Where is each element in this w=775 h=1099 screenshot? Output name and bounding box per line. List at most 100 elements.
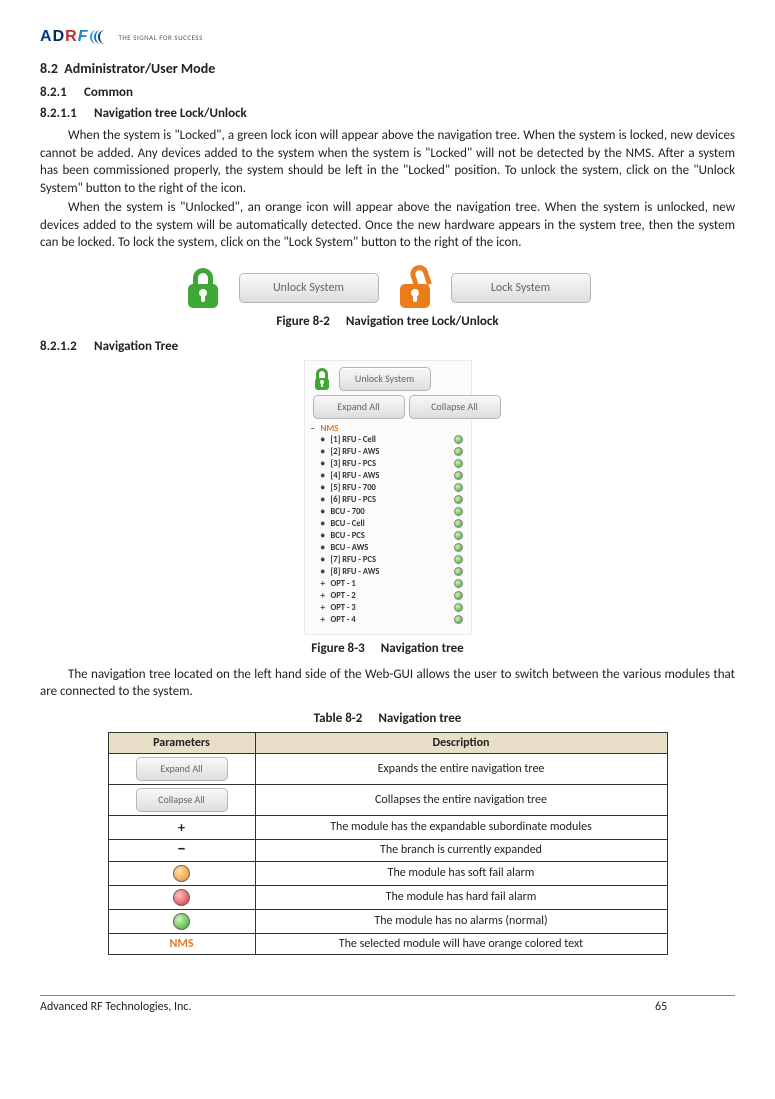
tree-item[interactable]: • [8] RFU - AWS: [313, 566, 463, 578]
tree-item-label: [6] RFU - PCS: [331, 495, 454, 505]
lock-closed-icon: [313, 368, 331, 390]
bullet-icon: •: [321, 506, 325, 517]
unlock-system-button[interactable]: Unlock System: [239, 273, 379, 303]
tree-item[interactable]: • BCU - AWS: [313, 542, 463, 554]
navigation-tree-items: •[1] RFU - Cell•[2] RFU - AWS•[3] RFU - …: [313, 434, 463, 626]
status-dot-red-icon: [173, 889, 190, 906]
navigation-tree-table: Parameters Description Expand All Expand…: [108, 732, 668, 955]
figure-label: Figure 8-3: [311, 641, 364, 656]
figure-text: Navigation tree Lock/Unlock: [346, 314, 499, 329]
heading-text: Navigation tree Lock/Unlock: [94, 106, 247, 121]
expand-icon: +: [321, 602, 325, 613]
tree-item[interactable]: •[2] RFU - AWS: [313, 446, 463, 458]
tree-item[interactable]: • [6] RFU - PCS: [313, 494, 463, 506]
tree-item[interactable]: •[4] RFU - AWS: [313, 470, 463, 482]
unlock-system-button[interactable]: Unlock System: [339, 367, 431, 391]
bullet-icon: •: [321, 458, 325, 469]
heading-text: Common: [84, 85, 133, 100]
status-dot-green-icon: [454, 531, 463, 540]
collapse-all-button[interactable]: Collapse All: [409, 395, 501, 419]
tree-item[interactable]: +OPT - 2: [313, 590, 463, 602]
status-dot-green-icon: [454, 471, 463, 480]
tree-item[interactable]: • [5] RFU - 700: [313, 482, 463, 494]
tree-item[interactable]: +OPT - 4: [313, 614, 463, 626]
bullet-icon: •: [321, 554, 325, 565]
tree-item-label: [1] RFU - Cell: [331, 435, 454, 445]
tree-item-label: [7] RFU - PCS: [331, 555, 454, 565]
bullet-icon: •: [321, 530, 325, 541]
expand-all-button[interactable]: Expand All: [313, 395, 405, 419]
tree-item-label: [2] RFU - AWS: [331, 447, 454, 457]
tree-item[interactable]: •[1] RFU - Cell: [313, 434, 463, 446]
tree-item-label: BCU - 700: [331, 507, 454, 517]
heading-number: 8.2.1: [40, 85, 84, 100]
footer-company: Advanced RF Technologies, Inc.: [40, 1000, 655, 1014]
tree-item-label: OPT - 4: [331, 615, 454, 625]
bullet-icon: •: [321, 542, 325, 553]
status-dot-green-icon: [454, 483, 463, 492]
tree-item-label: BCU - PCS: [331, 531, 454, 541]
heading-number: 8.2: [40, 60, 58, 77]
table-header-parameters: Parameters: [108, 732, 255, 753]
tree-item-label: [5] RFU - 700: [331, 483, 454, 493]
table-cell-desc: The module has the expandable subordinat…: [255, 815, 667, 839]
heading-number: 8.2.1.2: [40, 339, 94, 354]
navigation-tree-list: NMS: [313, 423, 463, 434]
table-cell-desc: Collapses the entire navigation tree: [255, 784, 667, 815]
navigation-tree-panel: Unlock System Expand All Collapse All NM…: [304, 360, 472, 635]
tree-item[interactable]: • [3] RFU - PCS: [313, 458, 463, 470]
table-cell-desc: The branch is currently expanded: [255, 839, 667, 861]
footer-page-number: 65: [655, 1000, 735, 1014]
figure-8-2-caption: Figure 8-2 Navigation tree Lock/Unlock: [40, 314, 735, 329]
status-dot-green-icon: [454, 579, 463, 588]
minus-icon: –: [177, 843, 186, 853]
table-header-description: Description: [255, 732, 667, 753]
collapse-all-button[interactable]: Collapse All: [136, 788, 228, 812]
table-cell-desc: The selected module will have orange col…: [255, 933, 667, 954]
tree-item-label: BCU - AWS: [331, 543, 454, 553]
figure-8-3-caption: Figure 8-3Navigation tree: [40, 641, 735, 656]
status-dot-green-icon: [454, 447, 463, 456]
expand-all-button[interactable]: Expand All: [136, 757, 228, 781]
paragraph-3: The navigation tree located on the left …: [40, 666, 735, 701]
table-text: Navigation tree: [378, 711, 461, 726]
expand-icon: +: [321, 590, 325, 601]
status-dot-green-icon: [454, 495, 463, 504]
tree-root-nms[interactable]: NMS: [313, 423, 463, 434]
tree-item-label: OPT - 1: [331, 579, 454, 589]
bullet-icon: •: [321, 566, 325, 577]
heading-8-2-1: 8.2.1Common: [40, 85, 735, 100]
heading-8-2-1-1: 8.2.1.1Navigation tree Lock/Unlock: [40, 106, 735, 121]
status-dot-green-icon: [454, 615, 463, 624]
lock-system-button[interactable]: Lock System: [451, 273, 591, 303]
status-dot-green-icon: [454, 435, 463, 444]
bullet-icon: •: [321, 482, 325, 493]
bullet-icon: •: [321, 494, 325, 505]
tree-item[interactable]: •BCU - Cell: [313, 518, 463, 530]
heading-text: Administrator/User Mode: [64, 60, 215, 77]
table-row: The module has hard fail alarm: [108, 885, 667, 909]
status-dot-green-icon: [454, 519, 463, 528]
tree-item-label: [8] RFU - AWS: [331, 567, 454, 577]
figure-label: Figure 8-2: [276, 314, 329, 329]
status-dot-green-icon: [173, 913, 190, 930]
status-dot-green-icon: [454, 507, 463, 516]
tree-item[interactable]: +OPT - 3: [313, 602, 463, 614]
tree-item-label: [3] RFU - PCS: [331, 459, 454, 469]
adrf-logo: ADRF: [40, 28, 88, 46]
tree-item[interactable]: • BCU - PCS: [313, 530, 463, 542]
table-row: Collapse All Collapses the entire naviga…: [108, 784, 667, 815]
tree-item[interactable]: +OPT - 1: [313, 578, 463, 590]
table-row: – The branch is currently expanded: [108, 839, 667, 861]
tree-item[interactable]: • BCU - 700: [313, 506, 463, 518]
bullet-icon: •: [321, 470, 325, 481]
status-dot-green-icon: [454, 567, 463, 576]
heading-text: Navigation Tree: [94, 339, 178, 354]
lock-open-icon: [397, 268, 433, 308]
page-footer: Advanced RF Technologies, Inc. 65: [40, 995, 735, 1014]
table-8-2-caption: Table 8-2Navigation tree: [40, 711, 735, 726]
lock-closed-icon: [185, 268, 221, 308]
status-dot-green-icon: [454, 555, 463, 564]
heading-8-2: 8.2 Administrator/User Mode: [40, 60, 735, 77]
tree-item[interactable]: • [7] RFU - PCS: [313, 554, 463, 566]
